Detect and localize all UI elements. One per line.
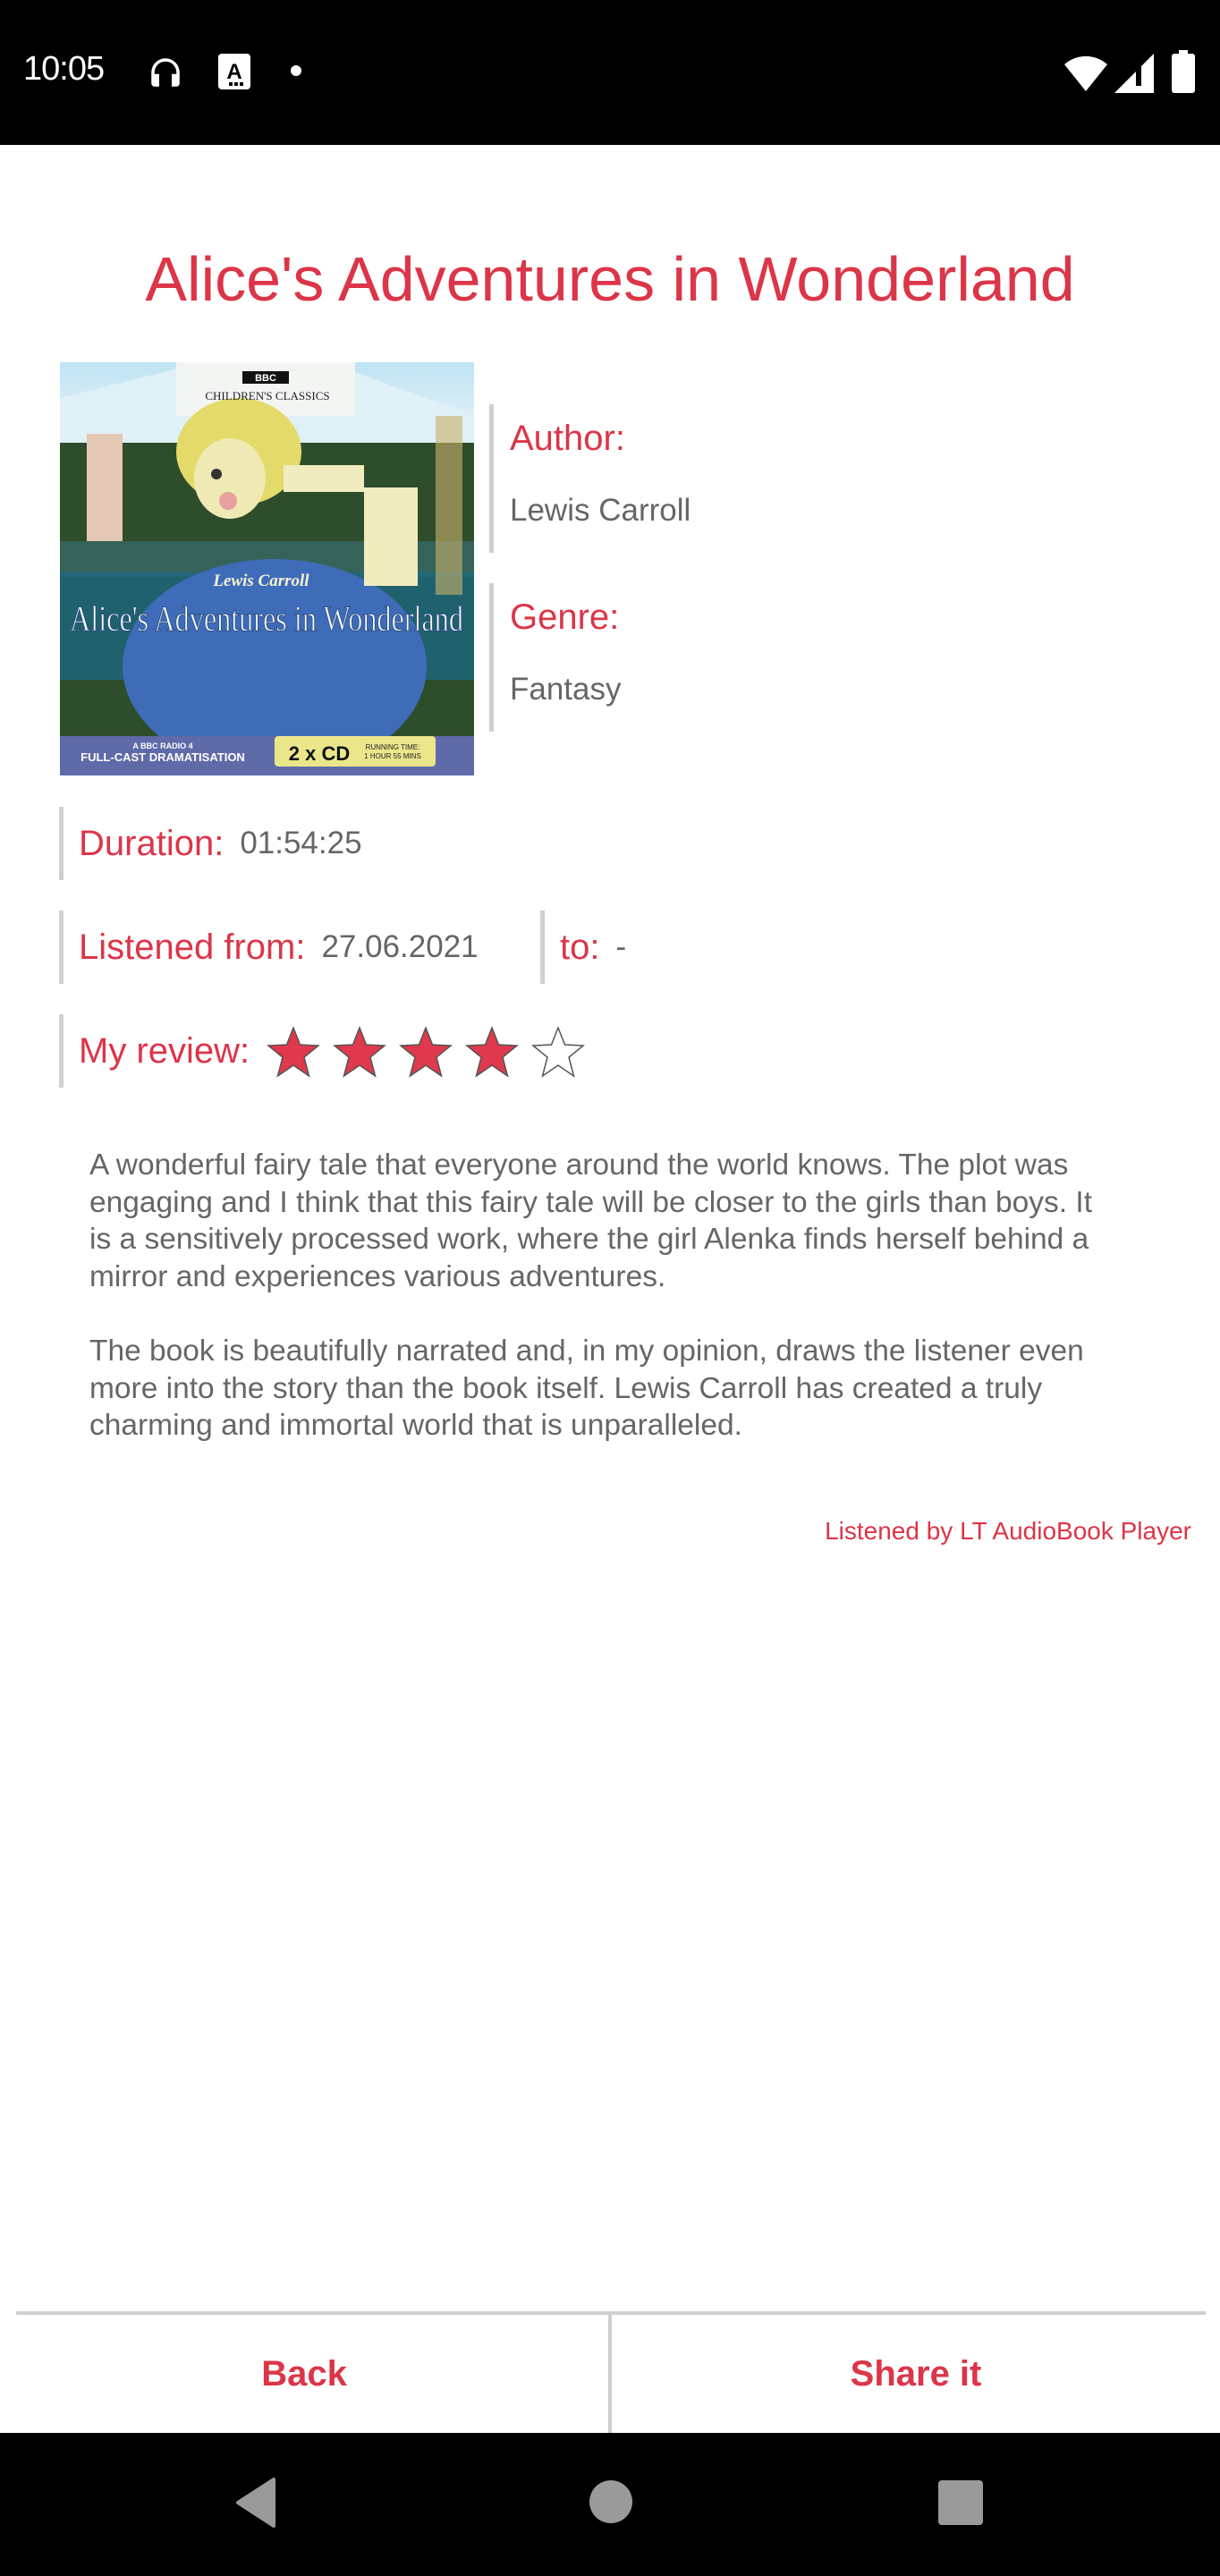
cover-bbc-badge: BBC [255,373,276,384]
duration-label: Duration: [79,823,225,863]
back-button[interactable]: Back [0,2315,608,2433]
battery-icon [1172,50,1195,97]
genre-block: Genre: Fantasy [489,583,622,732]
author-value: Lewis Carroll [510,493,691,528]
cover-runtime-2: 1 HOUR 55 MINS [364,752,421,760]
genre-label: Genre: [510,597,620,637]
review-text: A wonderful fairy tale that everyone aro… [89,1147,1100,1482]
cover-runtime-1: RUNNING TIME: [366,743,420,751]
book-cover-image: BBC CHILDREN'S CLASSICS Lewis Carroll Al… [60,362,474,775]
system-nav-bar [0,2433,1220,2576]
duration-value: 01:54:25 [240,826,362,860]
review-label: My review: [79,1030,250,1071]
star-empty-icon[interactable] [531,1025,585,1079]
star-filled-icon[interactable] [333,1025,386,1079]
cover-footer-cd: 2 x CD [289,742,350,765]
svg-text:A: A [226,60,241,84]
star-filled-icon[interactable] [399,1025,453,1079]
listened-to-label: to: [560,927,600,967]
cover-footer-big: FULL-CAST DRAMATISATION [80,750,245,764]
review-block: My review: [59,1014,250,1088]
credit-text: Listened by LT AudioBook Player [825,1517,1191,1545]
review-paragraph: A wonderful fairy tale that everyone aro… [89,1148,1093,1293]
cover-footer-small: A BBC RADIO 4 [132,741,192,750]
recents-nav-icon[interactable] [937,2479,984,2530]
share-button[interactable]: Share it [612,2315,1220,2433]
listened-from-block: Listened from: 27.06.2021 [59,911,479,984]
dot-icon [290,64,302,81]
book-title: Alice's Adventures in Wonderland [145,244,1075,314]
cover-author: Lewis Carroll [212,572,309,590]
listened-from-label: Listened from: [79,927,306,967]
status-bar: 10:05 A [0,0,1220,145]
back-nav-icon[interactable] [233,2476,277,2534]
listened-to-block: to: - [540,911,626,984]
signal-icon [1114,54,1154,97]
author-block: Author: Lewis Carroll [489,404,690,553]
home-nav-icon[interactable] [589,2479,633,2529]
listened-from-value: 27.06.2021 [321,929,479,964]
rating-stars[interactable] [267,1025,585,1079]
listened-to-value: - [615,929,627,964]
star-filled-icon[interactable] [465,1025,519,1079]
cover-series: CHILDREN'S CLASSICS [205,389,329,402]
duration-block: Duration: 01:54:25 [59,807,362,880]
review-paragraph: The book is beautifully narrated and, in… [89,1335,1084,1442]
accessibility-a-icon: A [218,54,250,94]
headphones-icon [147,54,184,96]
cover-art: BBC CHILDREN'S CLASSICS Lewis Carroll Al… [60,362,474,775]
star-filled-icon[interactable] [267,1025,320,1079]
author-label: Author: [510,419,625,458]
status-time: 10:05 [23,50,105,88]
cover-title: Alice's Adventures in Wonderland [70,598,463,639]
genre-value: Fantasy [510,672,622,707]
wifi-icon [1064,54,1107,97]
